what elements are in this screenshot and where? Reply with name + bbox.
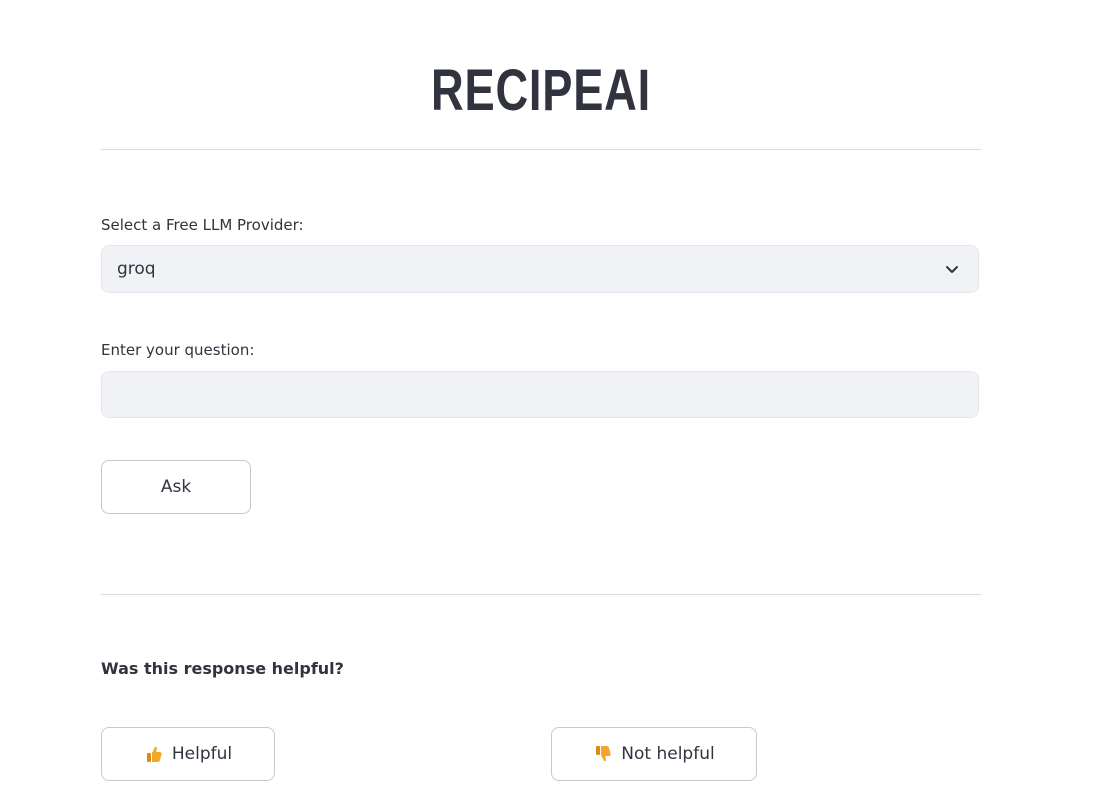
app-page: RECIPEAI Select a Free LLM Provider: gro…: [0, 0, 1115, 812]
provider-label: Select a Free LLM Provider:: [101, 216, 304, 234]
thumbs-down-icon: [593, 744, 613, 764]
helpful-label: Helpful: [171, 744, 233, 764]
question-label: Enter your question:: [101, 341, 255, 359]
chevron-down-icon: [944, 261, 960, 277]
provider-selected-value: groq: [117, 259, 156, 279]
provider-select[interactable]: groq: [101, 245, 979, 293]
not-helpful-button[interactable]: Not helpful: [551, 727, 757, 781]
feedback-question: Was this response helpful?: [101, 659, 344, 678]
section-divider: [101, 594, 981, 595]
title-divider: [101, 149, 981, 150]
not-helpful-label: Not helpful: [621, 744, 715, 764]
ask-button[interactable]: Ask: [101, 460, 251, 514]
helpful-button[interactable]: Helpful: [101, 727, 275, 781]
question-input[interactable]: [101, 371, 979, 418]
thumbs-up-icon: [144, 744, 164, 764]
page-title: RECIPEAI: [431, 58, 651, 123]
